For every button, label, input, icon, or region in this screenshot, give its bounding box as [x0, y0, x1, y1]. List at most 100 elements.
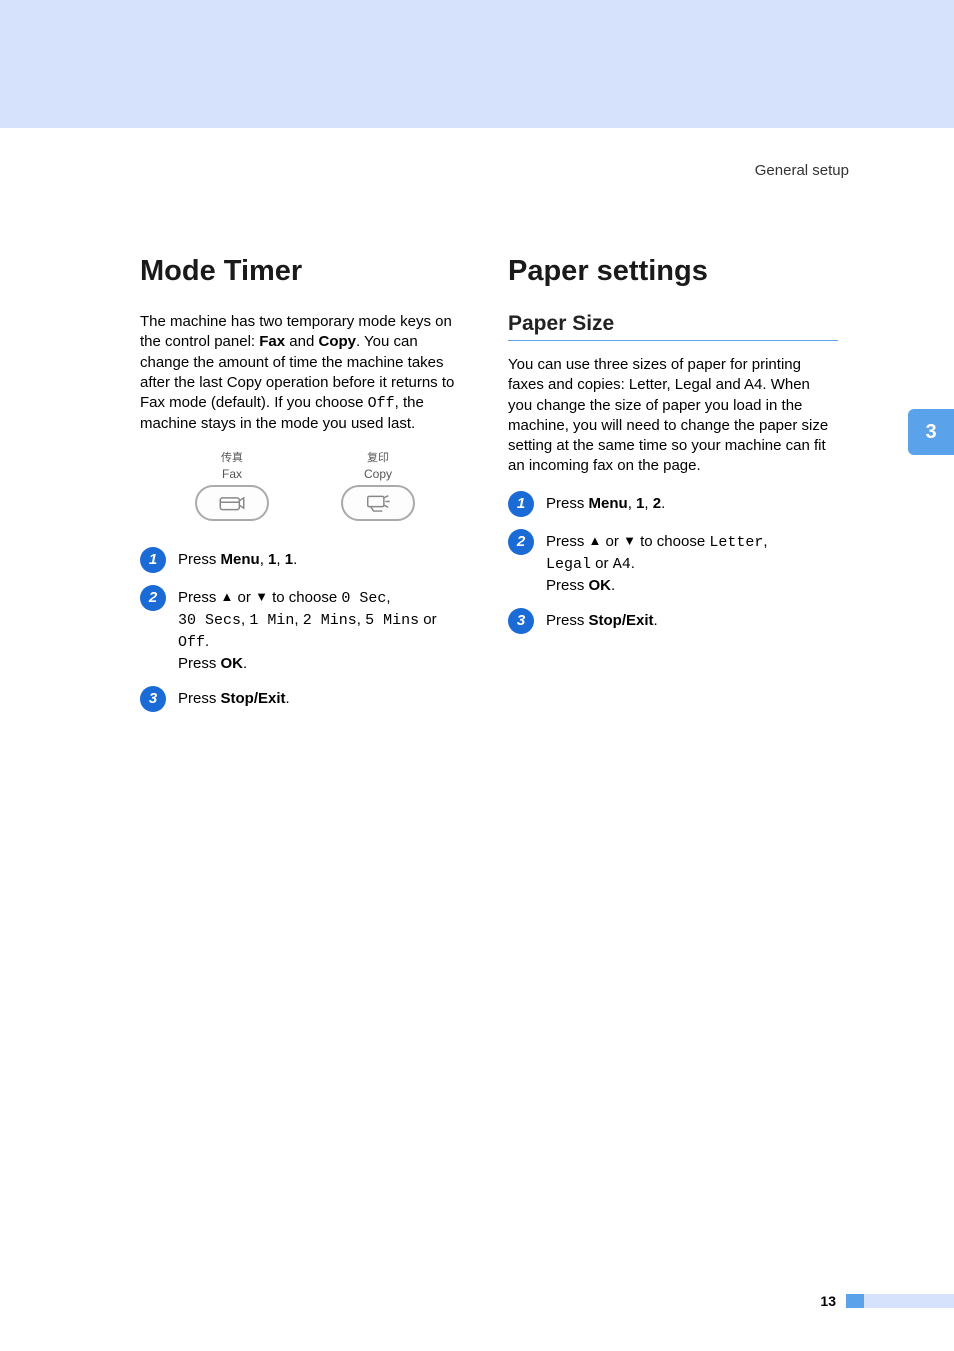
down-arrow-icon: ▼ [255, 588, 268, 606]
text: or [233, 589, 255, 606]
breadcrumb: General setup [0, 128, 954, 179]
step-3-body: Press Stop/Exit. [546, 608, 838, 631]
option-off: Off [178, 634, 205, 651]
step-3: 3 Press Stop/Exit. [140, 686, 470, 712]
step-number-2: 2 [508, 529, 534, 555]
bold-fax: Fax [259, 333, 285, 350]
text: , [276, 551, 284, 568]
fax-label-en: Fax [222, 467, 242, 481]
text: , [260, 551, 268, 568]
fax-key-unit: 传真 Fax [195, 449, 269, 521]
text: . [631, 555, 635, 572]
step-2: 2 Press ▲ or ▼ to choose 0 Sec, 30 Secs,… [140, 585, 470, 674]
stop-exit-bold: Stop/Exit [589, 612, 654, 629]
step-number-3: 3 [140, 686, 166, 712]
text: . [654, 612, 658, 629]
text: or [601, 533, 623, 550]
copy-label-en: Copy [364, 467, 392, 481]
step-number-3: 3 [508, 608, 534, 634]
mode-timer-steps: 1 Press Menu, 1, 1. 2 Press ▲ or ▼ to ch… [140, 547, 470, 712]
step-1-body: Press Menu, 1, 1. [178, 547, 470, 570]
menu-bold: Menu [589, 495, 628, 512]
step-1: 1 Press Menu, 1, 1. [140, 547, 470, 573]
text: to choose [636, 533, 709, 550]
option-30sec: 30 Secs [178, 612, 241, 629]
step-3: 3 Press Stop/Exit. [508, 608, 838, 634]
copy-key-unit: 复印 Copy [341, 449, 415, 521]
page-number: 13 [820, 1293, 836, 1309]
text: . [293, 551, 297, 568]
copy-icon [363, 492, 393, 514]
text: Press [546, 577, 589, 594]
paper-settings-heading: Paper settings [508, 255, 838, 288]
step-2-body: Press ▲ or ▼ to choose Letter, Legal or … [546, 529, 838, 596]
text: . [661, 495, 665, 512]
text: Press [178, 655, 221, 672]
text: , [357, 611, 365, 628]
step-number-1: 1 [508, 491, 534, 517]
top-blue-band [0, 0, 954, 128]
footer-accent-dark [846, 1294, 864, 1308]
step-number-1: 1 [140, 547, 166, 573]
step-2: 2 Press ▲ or ▼ to choose Letter, Legal o… [508, 529, 838, 596]
menu-bold: Menu [221, 551, 260, 568]
text: or [419, 611, 437, 628]
text: Press [546, 533, 589, 550]
text: and [285, 333, 318, 350]
text: Press [178, 690, 221, 707]
text: . [243, 655, 247, 672]
paper-size-intro: You can use three sizes of paper for pri… [508, 355, 838, 477]
text: , [644, 495, 652, 512]
num-bold: 2 [653, 495, 661, 512]
footer: 13 [0, 1293, 954, 1309]
mode-timer-heading: Mode Timer [140, 255, 470, 288]
keys-illustration: 传真 Fax 复印 Copy [195, 449, 415, 529]
mono-off: Off [368, 395, 395, 412]
option-letter: Letter [709, 534, 763, 551]
text: , [763, 533, 767, 550]
text: , [294, 611, 302, 628]
bold-copy: Copy [318, 333, 356, 350]
stop-exit-bold: Stop/Exit [221, 690, 286, 707]
text: Press [546, 495, 589, 512]
footer-accent-light [864, 1294, 954, 1308]
option-1min: 1 Min [249, 612, 294, 629]
text: . [286, 690, 290, 707]
mode-timer-intro: The machine has two temporary mode keys … [140, 312, 470, 435]
fax-label-cn: 传真 [221, 449, 243, 465]
paper-size-subheading: Paper Size [508, 312, 838, 341]
step-2-body: Press ▲ or ▼ to choose 0 Sec, 30 Secs, 1… [178, 585, 470, 674]
down-arrow-icon: ▼ [623, 532, 636, 550]
step-1-body: Press Menu, 1, 2. [546, 491, 838, 514]
option-a4: A4 [613, 556, 631, 573]
fax-button [195, 485, 269, 521]
option-legal: Legal [546, 556, 591, 573]
left-column: Mode Timer The machine has two temporary… [140, 255, 470, 724]
text: Press [178, 589, 221, 606]
option-0sec: 0 Sec [341, 590, 386, 607]
ok-bold: OK [221, 655, 244, 672]
up-arrow-icon: ▲ [589, 532, 602, 550]
step-3-body: Press Stop/Exit. [178, 686, 470, 709]
text: . [205, 633, 209, 650]
option-5min: 5 Mins [365, 612, 419, 629]
chapter-tab: 3 [908, 409, 954, 455]
num-bold: 1 [285, 551, 293, 568]
text: Press [178, 551, 221, 568]
copy-button [341, 485, 415, 521]
ok-bold: OK [589, 577, 612, 594]
text: , [628, 495, 636, 512]
step-1: 1 Press Menu, 1, 2. [508, 491, 838, 517]
text: . [611, 577, 615, 594]
text: Press [546, 612, 589, 629]
text: or [591, 555, 613, 572]
up-arrow-icon: ▲ [221, 588, 234, 606]
option-2min: 2 Mins [303, 612, 357, 629]
fax-icon [217, 492, 247, 514]
copy-label-cn: 复印 [367, 449, 389, 465]
right-column: Paper settings Paper Size You can use th… [508, 255, 838, 724]
step-number-2: 2 [140, 585, 166, 611]
text: to choose [268, 589, 341, 606]
text: , [386, 589, 390, 606]
paper-size-steps: 1 Press Menu, 1, 2. 2 Press ▲ or ▼ to ch… [508, 491, 838, 634]
